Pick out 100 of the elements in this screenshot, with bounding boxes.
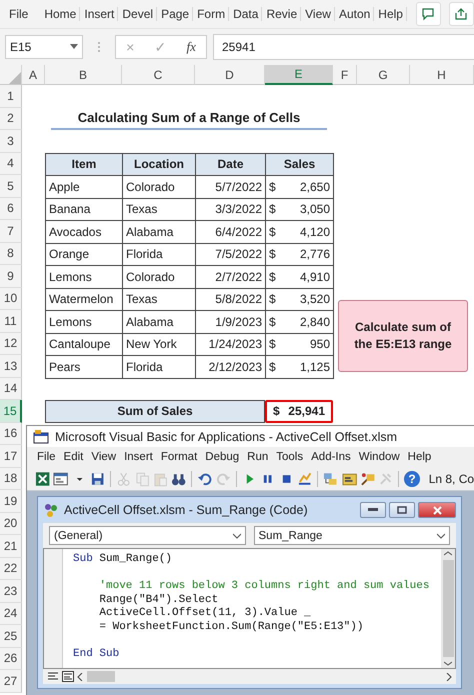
ribbon-tab[interactable]: Insert — [81, 7, 118, 21]
row-header[interactable]: 15 — [0, 400, 22, 422]
save-icon[interactable] — [90, 470, 106, 486]
scroll-right-icon[interactable] — [446, 672, 452, 680]
menu-item[interactable]: File — [33, 451, 60, 463]
scroll-down-icon[interactable] — [444, 661, 452, 666]
procedure-view-icon[interactable] — [47, 671, 59, 682]
ribbon-tab[interactable]: Revie — [263, 7, 302, 21]
name-box[interactable]: E15 — [5, 35, 83, 59]
ribbon-tab[interactable]: Page — [158, 7, 194, 21]
row-header[interactable]: 4 — [0, 152, 22, 175]
column-header[interactable]: G — [357, 65, 410, 85]
menu-item[interactable]: Add-Ins — [307, 451, 355, 463]
object-browser-icon[interactable] — [360, 470, 376, 486]
row-header[interactable]: 13 — [0, 355, 22, 378]
menu-item[interactable]: Tools — [272, 451, 308, 463]
currency-symbol: $ — [269, 202, 276, 216]
row-header[interactable]: 14 — [0, 378, 22, 400]
menu-item[interactable]: Insert — [120, 451, 157, 463]
code-line: Range("B4").Select — [98, 594, 220, 607]
row-header[interactable]: 9 — [0, 265, 22, 288]
cell-reference: E15 — [10, 40, 32, 54]
properties-icon[interactable] — [342, 470, 357, 486]
row-header[interactable]: 24 — [0, 602, 22, 625]
cell-value: 2,840 — [300, 314, 330, 329]
vertical-scrollbar[interactable] — [441, 549, 455, 668]
column-header[interactable]: H — [410, 65, 474, 85]
scroll-left-icon[interactable] — [77, 672, 83, 680]
procedure-dropdown[interactable]: Sum_Range — [254, 526, 450, 545]
form-icon[interactable] — [53, 470, 69, 486]
cell-value: 1,125 — [300, 360, 330, 374]
column-header[interactable]: A — [22, 65, 45, 85]
menu-item[interactable]: Format — [156, 451, 202, 463]
scroll-up-icon[interactable] — [444, 551, 452, 556]
row-header[interactable]: 6 — [0, 198, 22, 220]
chevron-down-icon — [437, 532, 445, 538]
code-window-title: ActiveCell Offset.xlsm - Sum_Range (Code) — [64, 503, 308, 517]
minimize-button[interactable] — [360, 502, 386, 518]
ribbon-tab[interactable]: Form — [194, 7, 230, 21]
row-header[interactable]: 12 — [0, 332, 22, 355]
column-header[interactable]: F — [333, 65, 357, 85]
row-header[interactable]: 20 — [0, 512, 22, 535]
row-header[interactable]: 26 — [0, 648, 22, 670]
spreadsheet-icon[interactable] — [35, 470, 50, 486]
window-title: Microsoft Visual Basic for Applications - ActiveCell Offset.xlsm — [55, 430, 398, 444]
comments-button[interactable] — [416, 2, 441, 26]
row-header[interactable]: 11 — [0, 310, 22, 332]
row-header[interactable]: 5 — [0, 175, 22, 198]
row-header[interactable]: 7 — [0, 220, 22, 242]
selected-cell[interactable]: $ 25,941 — [265, 400, 333, 422]
ribbon-tab[interactable]: File — [6, 7, 32, 21]
menu-item[interactable]: View — [87, 451, 120, 463]
row-header[interactable]: 22 — [0, 558, 22, 580]
row-header[interactable]: 3 — [0, 130, 22, 152]
menu-item[interactable]: Edit — [60, 451, 88, 463]
help-button[interactable]: ? — [404, 470, 420, 486]
undo-icon[interactable] — [197, 470, 213, 486]
scroll-thumb[interactable] — [87, 671, 115, 682]
column-header[interactable]: C — [122, 65, 195, 85]
row-header[interactable]: 2 — [0, 108, 22, 130]
close-button[interactable] — [418, 502, 456, 518]
row-header[interactable]: 21 — [0, 535, 22, 558]
menu-item[interactable]: Run — [243, 451, 272, 463]
menu-item[interactable]: Window — [354, 451, 404, 463]
menu-item[interactable]: Help — [404, 451, 436, 463]
code-line: Sub Sum_Range() — [73, 553, 174, 567]
ribbon-tab[interactable]: Data — [230, 7, 262, 21]
horizontal-scrollbar[interactable] — [77, 671, 452, 682]
ribbon-tab[interactable]: Auton — [336, 7, 374, 21]
share-button[interactable] — [448, 2, 474, 26]
row-header[interactable]: 19 — [0, 490, 22, 512]
ribbon-tab[interactable]: Devel — [119, 7, 158, 21]
vba-app-icon — [33, 430, 49, 444]
maximize-button[interactable] — [389, 502, 415, 518]
row-header[interactable]: 16 — [0, 422, 22, 445]
row-header[interactable]: 8 — [0, 242, 22, 265]
row-header[interactable]: 27 — [0, 670, 22, 692]
row-header[interactable]: 18 — [0, 468, 22, 490]
code-line: = WorksheetFunction.Sum(Range("E5:E13")) — [98, 620, 364, 635]
insert-function-button[interactable]: fx — [186, 39, 196, 55]
formula-field[interactable]: 25941 — [213, 34, 474, 60]
ribbon-tab[interactable]: View — [302, 7, 335, 21]
column-header[interactable]: B — [45, 65, 122, 85]
column-header[interactable]: D — [195, 65, 265, 85]
row-header[interactable]: 25 — [0, 625, 22, 648]
chevron-down-icon — [232, 532, 240, 538]
currency-symbol: $ — [269, 180, 276, 194]
ribbon-tab[interactable]: Help — [375, 7, 407, 21]
row-header[interactable]: 23 — [0, 580, 22, 602]
module-view-icon[interactable] — [62, 671, 74, 682]
cell-value: 4,120 — [300, 224, 330, 239]
row-header[interactable]: 17 — [0, 445, 22, 468]
row-header[interactable]: 10 — [0, 288, 22, 310]
scroll-thumb[interactable] — [442, 560, 454, 657]
ribbon-tab[interactable]: Home — [41, 7, 80, 21]
menu-item[interactable]: Debug — [201, 451, 244, 463]
object-dropdown[interactable]: (General) — [49, 526, 246, 545]
currency-symbol: $ — [269, 247, 276, 262]
row-header[interactable]: 1 — [0, 85, 22, 108]
cell-value: 2,776 — [300, 247, 330, 262]
